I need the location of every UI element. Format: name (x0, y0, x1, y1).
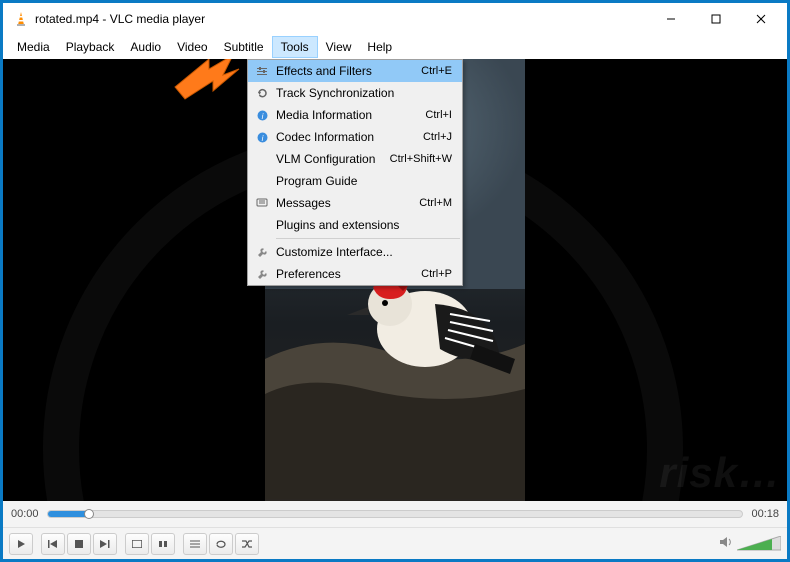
playback-controls (3, 527, 787, 559)
time-current: 00:00 (11, 508, 39, 520)
menu-item-shortcut: Ctrl+I (425, 109, 452, 121)
window-title: rotated.mp4 - VLC media player (35, 12, 648, 26)
sync-icon (248, 88, 276, 99)
fullscreen-button[interactable] (125, 533, 149, 555)
menu-item-vlm-configuration[interactable]: VLM ConfigurationCtrl+Shift+W (248, 148, 462, 170)
menu-view[interactable]: View (318, 37, 360, 57)
playlist-button[interactable] (183, 533, 207, 555)
menu-help[interactable]: Help (359, 37, 400, 57)
menu-item-shortcut: Ctrl+E (421, 65, 452, 77)
seek-track[interactable] (47, 510, 744, 518)
menu-item-label: Media Information (276, 108, 425, 122)
loop-button[interactable] (209, 533, 233, 555)
seek-thumb[interactable] (84, 509, 94, 519)
menu-item-label: Codec Information (276, 130, 423, 144)
app-window: rotated.mp4 - VLC media player MediaPlay… (3, 3, 787, 559)
menu-item-label: Track Synchronization (276, 86, 452, 100)
menu-item-shortcut: Ctrl+Shift+W (390, 153, 452, 165)
stop-button[interactable] (67, 533, 91, 555)
svg-text:i: i (261, 134, 263, 143)
menu-item-shortcut: Ctrl+J (423, 131, 452, 143)
ext-settings-button[interactable] (151, 533, 175, 555)
minimize-button[interactable] (648, 5, 693, 33)
menu-subtitle[interactable]: Subtitle (216, 37, 272, 57)
menu-video[interactable]: Video (169, 37, 215, 57)
menu-item-plugins-and-extensions[interactable]: Plugins and extensions (248, 214, 462, 236)
info-icon: i (248, 132, 276, 143)
menu-item-label: Customize Interface... (276, 245, 452, 259)
menu-item-customize-interface[interactable]: Customize Interface... (248, 241, 462, 263)
menubar: MediaPlaybackAudioVideoSubtitleToolsView… (3, 35, 787, 59)
msg-icon (248, 198, 276, 208)
titlebar-controls (648, 5, 783, 33)
prev-button[interactable] (41, 533, 65, 555)
time-total: 00:18 (751, 508, 779, 520)
sliders-icon (248, 66, 276, 76)
menu-item-label: VLM Configuration (276, 152, 390, 166)
play-button[interactable] (9, 533, 33, 555)
menu-item-shortcut: Ctrl+P (421, 268, 452, 280)
menu-item-codec-information[interactable]: i Codec InformationCtrl+J (248, 126, 462, 148)
menu-audio[interactable]: Audio (122, 37, 169, 57)
next-button[interactable] (93, 533, 117, 555)
titlebar: rotated.mp4 - VLC media player (3, 3, 787, 35)
vlc-cone-icon (13, 11, 29, 27)
volume-control[interactable] (719, 535, 781, 553)
menu-playback[interactable]: Playback (58, 37, 123, 57)
random-button[interactable] (235, 533, 259, 555)
menu-item-label: Preferences (276, 267, 421, 281)
tools-menu-dropdown: Effects and FiltersCtrl+E Track Synchroni… (247, 59, 463, 286)
menu-item-label: Program Guide (276, 174, 452, 188)
menu-item-effects-and-filters[interactable]: Effects and FiltersCtrl+E (248, 60, 462, 82)
seek-bar: 00:00 00:18 (3, 501, 787, 527)
menu-item-track-synchronization[interactable]: Track Synchronization (248, 82, 462, 104)
close-button[interactable] (738, 5, 783, 33)
menu-item-program-guide[interactable]: Program Guide (248, 170, 462, 192)
menu-tools[interactable]: Tools (272, 36, 318, 58)
menu-item-media-information[interactable]: i Media InformationCtrl+I (248, 104, 462, 126)
wrench-icon (248, 269, 276, 280)
video-area[interactable]: risk… Effects and FiltersCtrl+E Track Syn… (3, 59, 787, 501)
tutorial-arrow-icon (165, 59, 243, 108)
info-icon: i (248, 110, 276, 121)
menu-item-messages[interactable]: MessagesCtrl+M (248, 192, 462, 214)
maximize-button[interactable] (693, 5, 738, 33)
menu-media[interactable]: Media (9, 37, 58, 57)
menu-item-label: Messages (276, 196, 419, 210)
svg-text:i: i (261, 112, 263, 121)
seek-progress (48, 511, 90, 517)
menu-item-label: Plugins and extensions (276, 218, 452, 232)
speaker-icon (719, 535, 733, 553)
wrench-icon (248, 247, 276, 258)
menu-item-preferences[interactable]: PreferencesCtrl+P (248, 263, 462, 285)
menu-item-shortcut: Ctrl+M (419, 197, 452, 209)
menu-item-label: Effects and Filters (276, 64, 421, 78)
volume-slider[interactable] (737, 536, 781, 552)
watermark-text: risk… (659, 449, 781, 497)
